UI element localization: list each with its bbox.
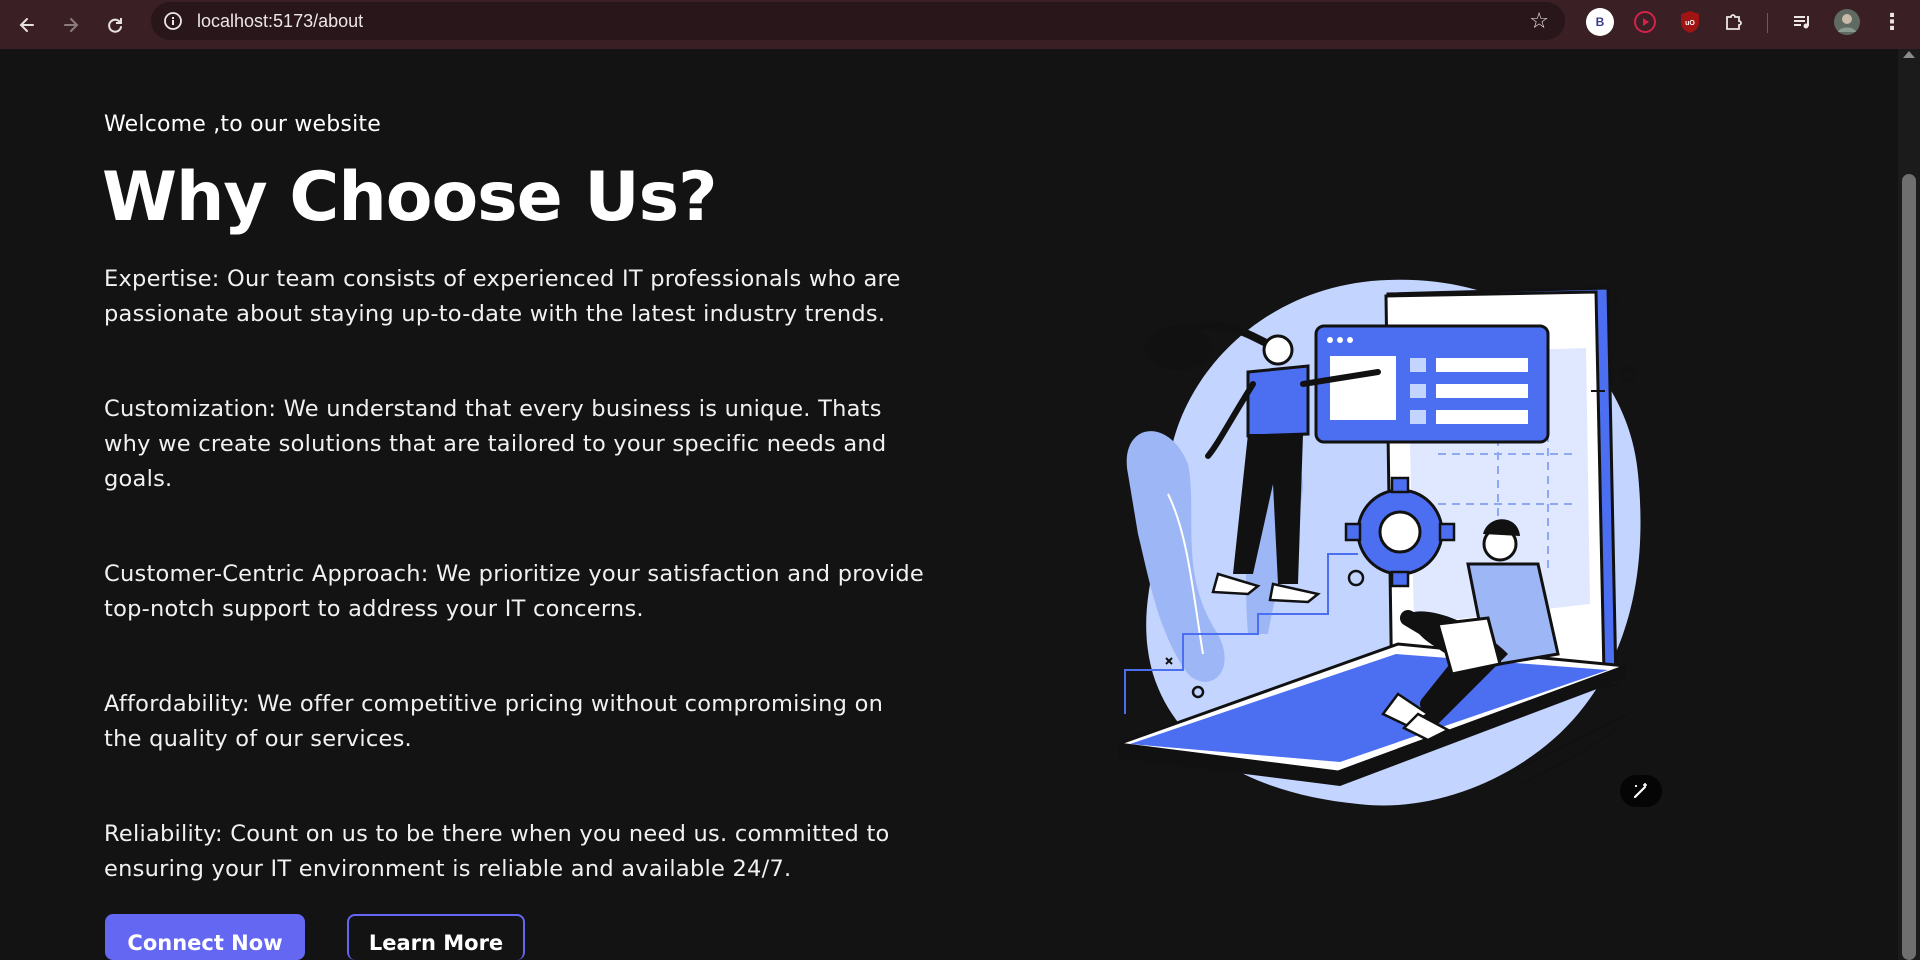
team-working-illustration — [1117, 279, 1641, 806]
scrollbar-thumb[interactable] — [1902, 174, 1916, 960]
puzzle-icon — [1726, 14, 1742, 30]
scrollbar-up-arrow[interactable] — [1903, 51, 1915, 58]
site-info-icon[interactable] — [163, 11, 183, 31]
browser-toolbar: localhost:5173/about ☆ B uO ⋮ — [0, 0, 1920, 49]
toolbar-divider — [1767, 13, 1768, 33]
address-bar[interactable]: localhost:5173/about ☆ — [151, 2, 1565, 40]
learn-more-button[interactable]: Learn More — [347, 914, 525, 960]
record-extension-button[interactable] — [1629, 6, 1661, 38]
ublock-icon: uO — [1681, 11, 1699, 33]
profile-extension-button[interactable]: B — [1584, 6, 1616, 38]
connect-now-button[interactable]: Connect Now — [105, 914, 305, 960]
magic-wand-icon[interactable] — [1620, 775, 1662, 807]
features-list: Expertise: Our team consists of experien… — [104, 262, 924, 947]
profile-avatar[interactable] — [1831, 6, 1863, 38]
extensions-button[interactable] — [1718, 6, 1750, 38]
feature-expertise: Expertise: Our team consists of experien… — [104, 266, 901, 327]
record-icon — [1634, 11, 1656, 33]
arrow-right-icon — [64, 17, 79, 32]
ublock-extension-button[interactable]: uO — [1674, 6, 1706, 38]
media-queue-icon — [1794, 16, 1809, 29]
feature-customer-centric: Customer-Centric Approach: We prioritize… — [104, 561, 924, 622]
arrow-left-icon — [19, 17, 34, 32]
feature-reliability: Reliability: Count on us to be there whe… — [104, 821, 890, 882]
star-icon[interactable]: ☆ — [1529, 9, 1549, 34]
extension-b-icon: B — [1586, 8, 1614, 36]
avatar — [1834, 9, 1860, 35]
media-controls-button[interactable] — [1786, 6, 1818, 38]
welcome-text: Welcome ,to our website — [104, 112, 381, 137]
forward-button[interactable] — [53, 7, 89, 43]
svg-text:uO: uO — [1685, 20, 1695, 27]
page-title: Why Choose Us? — [102, 158, 718, 237]
feature-affordability: Affordability: We offer competitive pric… — [104, 691, 884, 752]
feature-customization: Customization: We understand that every … — [104, 396, 887, 492]
back-button[interactable] — [9, 7, 45, 43]
reload-icon — [108, 17, 122, 33]
reload-button[interactable] — [97, 7, 133, 43]
kebab-menu-icon[interactable]: ⋮ — [1876, 6, 1908, 38]
url-text: localhost:5173/about — [197, 10, 364, 31]
